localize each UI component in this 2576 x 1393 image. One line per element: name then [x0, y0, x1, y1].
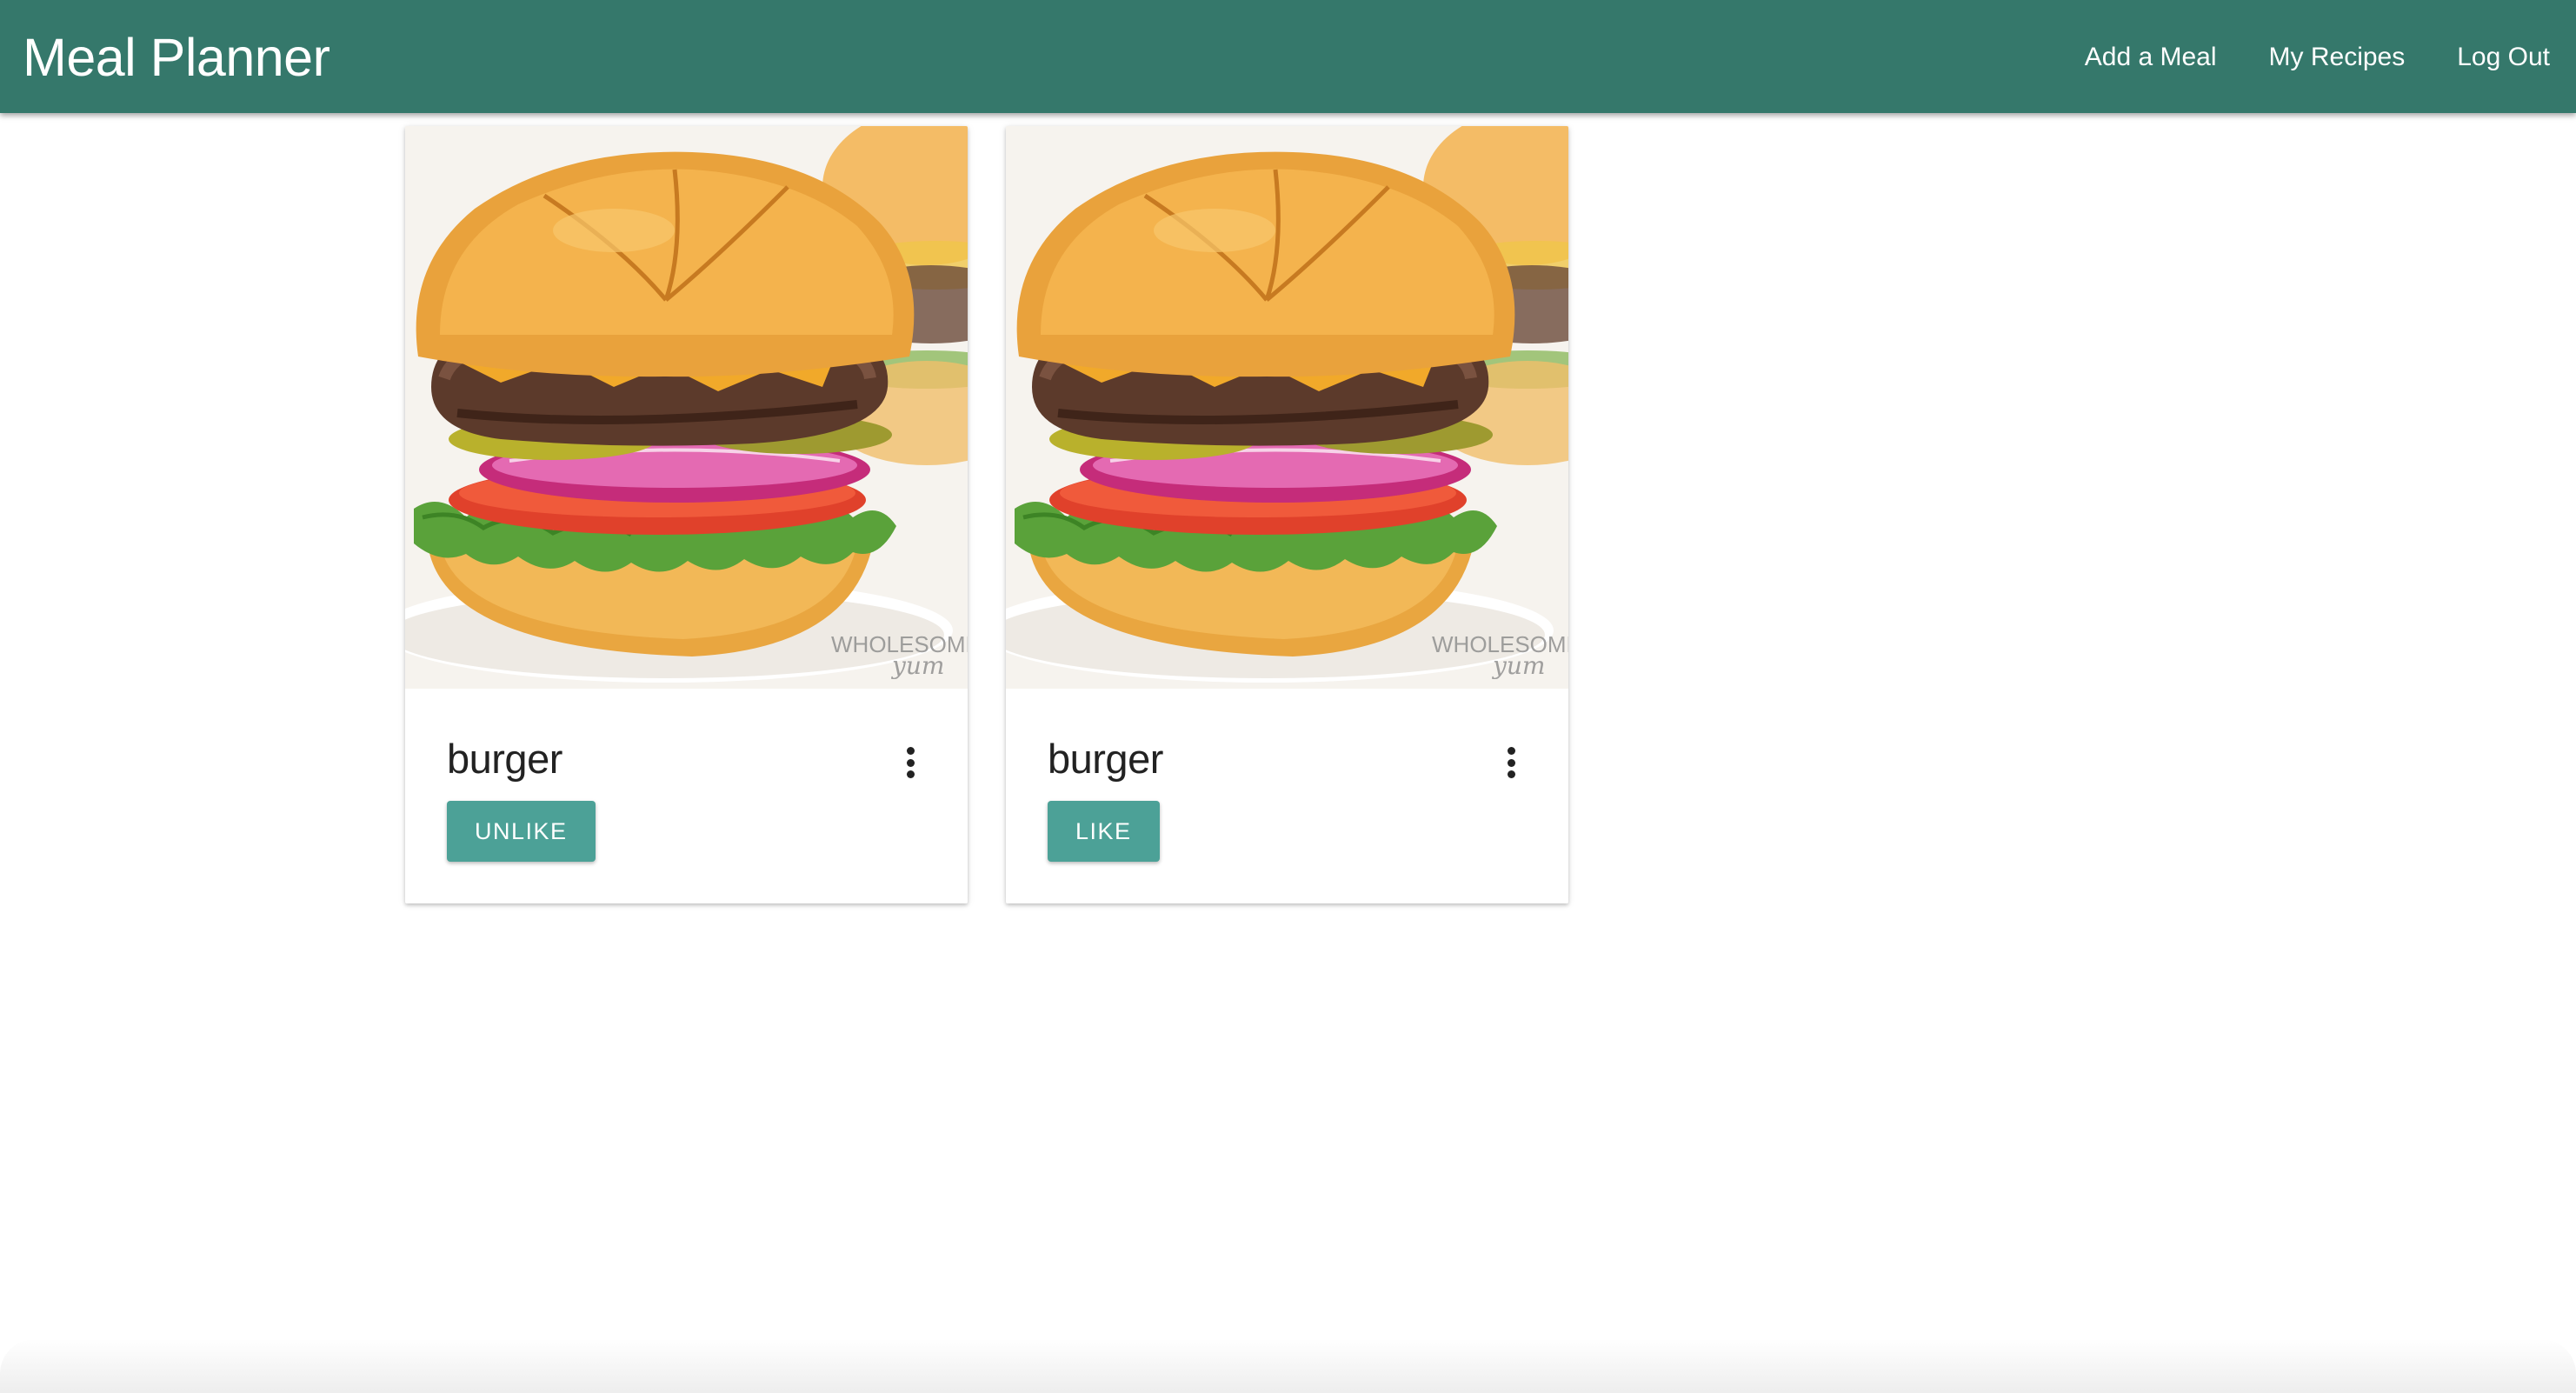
nav-add-meal-link[interactable]: Add a Meal [2085, 43, 2217, 72]
unlike-button[interactable]: UNLIKE [447, 801, 596, 862]
burger-photo [405, 126, 968, 689]
meal-title: burger [1048, 736, 1163, 782]
nav-links: Add a Meal My Recipes Log Out [2033, 41, 2550, 72]
meal-image [405, 126, 968, 689]
app-title[interactable]: Meal Planner [23, 27, 330, 88]
top-navbar: Meal Planner Add a Meal My Recipes Log O… [0, 0, 2576, 113]
meal-title: burger [447, 736, 562, 782]
nav-my-recipes-link[interactable]: My Recipes [2269, 43, 2406, 72]
nav-log-out-link[interactable]: Log Out [2457, 43, 2550, 72]
meal-card: burger UNLIKE [405, 126, 968, 903]
burger-photo [1006, 126, 1568, 689]
like-button[interactable]: LIKE [1048, 801, 1160, 862]
meal-image [1006, 126, 1568, 689]
meal-card-grid: burger UNLIKE burger LIKE [405, 126, 1568, 903]
meal-card: burger LIKE [1006, 126, 1568, 903]
more-vert-icon[interactable] [897, 743, 923, 782]
more-vert-icon[interactable] [1498, 743, 1524, 782]
window-bottom-edge [0, 1339, 2576, 1393]
